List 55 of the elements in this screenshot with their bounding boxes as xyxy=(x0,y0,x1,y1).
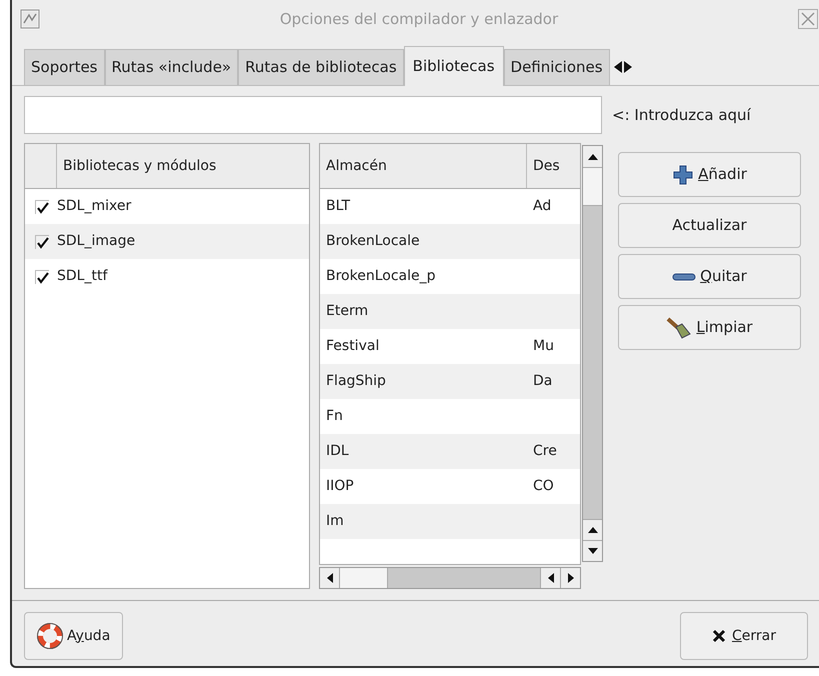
tab[interactable]: Bibliotecas xyxy=(404,46,504,86)
scroll-up-icon[interactable] xyxy=(588,527,598,533)
table-cell: Fn xyxy=(326,408,343,424)
scroll-down-icon[interactable] xyxy=(588,548,598,554)
table-cell: BrokenLocale xyxy=(326,233,420,249)
table-cell: Ad xyxy=(533,198,552,214)
remove-button[interactable]: Quitar xyxy=(618,254,801,299)
scroll-left-icon[interactable] xyxy=(614,61,622,73)
minus-icon xyxy=(672,272,696,282)
scrollbar-thumb[interactable] xyxy=(340,568,388,588)
scroll-right-icon[interactable] xyxy=(568,573,574,583)
help-button[interactable]: Ayuda xyxy=(24,612,124,660)
scroll-left-icon[interactable] xyxy=(326,573,332,583)
table-cell: Im xyxy=(326,513,344,529)
table-cell: BLT xyxy=(326,198,350,214)
update-button[interactable]: Actualizar xyxy=(618,203,801,248)
table-cell: CO xyxy=(533,478,554,494)
column-header[interactable]: Almacén xyxy=(320,144,527,188)
table-cell: IDL xyxy=(326,443,349,459)
horizontal-scrollbar[interactable] xyxy=(319,567,581,589)
table-cell: Festival xyxy=(326,338,380,354)
table-cell: IIOP xyxy=(326,478,354,494)
scrollbar-thumb[interactable] xyxy=(583,168,602,206)
input-field[interactable] xyxy=(24,96,602,134)
table-cell: Eterm xyxy=(326,303,368,319)
list-item[interactable]: SDL_mixer xyxy=(57,196,132,217)
brush-icon xyxy=(666,316,692,340)
column-header[interactable]: Des xyxy=(527,144,580,188)
table-cell: Cre xyxy=(533,443,557,459)
table-cell: BrokenLocale_p xyxy=(326,268,436,284)
tab[interactable]: Definiciones xyxy=(504,49,610,85)
table-cell: Mu xyxy=(533,338,554,354)
add-button[interactable]: Añadir xyxy=(618,152,801,197)
checkbox[interactable] xyxy=(35,270,49,284)
table-cell: FlagShip xyxy=(326,373,386,389)
window-title: Opciones del compilador y enlazador xyxy=(280,8,558,30)
hint-label: <: Introduzca aquí xyxy=(612,104,751,126)
scroll-up-icon[interactable] xyxy=(588,154,598,160)
list-item[interactable]: SDL_ttf xyxy=(57,266,108,287)
scroll-left-icon[interactable] xyxy=(548,573,554,583)
vertical-scrollbar[interactable] xyxy=(582,145,603,562)
tab[interactable]: Rutas «include» xyxy=(104,49,238,85)
scroll-right-icon[interactable] xyxy=(624,61,632,73)
clear-button[interactable]: Limpiar xyxy=(618,305,801,350)
tab[interactable]: Soportes xyxy=(24,49,104,85)
life-buoy-icon xyxy=(37,623,63,649)
plus-icon xyxy=(672,164,694,186)
table-cell: Da xyxy=(533,373,552,389)
checkbox[interactable] xyxy=(35,234,49,248)
close-icon xyxy=(712,629,726,643)
checkbox[interactable] xyxy=(35,200,49,214)
list-item[interactable]: SDL_image xyxy=(57,231,136,252)
tab[interactable]: Rutas de bibliotecas xyxy=(238,49,404,85)
close-button[interactable]: Cerrar xyxy=(680,612,808,660)
window-menu-icon[interactable] xyxy=(20,9,40,29)
